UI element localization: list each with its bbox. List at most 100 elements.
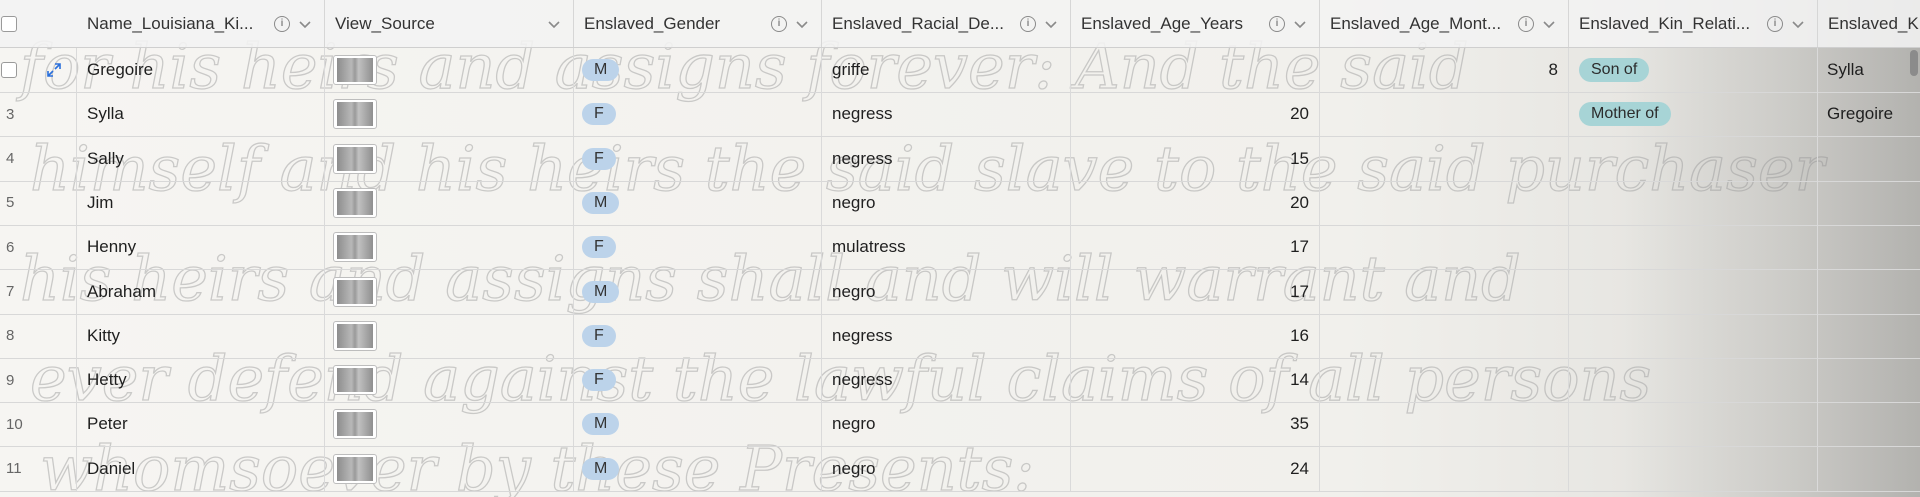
document-thumbnail-icon[interactable]	[333, 453, 377, 484]
age-months-cell[interactable]	[1320, 180, 1569, 225]
document-thumbnail-icon[interactable]	[333, 55, 377, 85]
view-source-cell[interactable]	[325, 446, 574, 491]
table-row[interactable]: 8 Kitty Fnegress 16	[0, 313, 1920, 359]
row-number-cell[interactable]: 8	[0, 313, 77, 358]
gender-cell[interactable]: M	[574, 180, 822, 225]
name-cell[interactable]: Daniel	[77, 446, 325, 491]
age-years-cell[interactable]: 35	[1071, 402, 1320, 447]
kin-name-cell[interactable]	[1818, 358, 1920, 402]
chevron-down-icon[interactable]	[547, 17, 561, 31]
view-source-cell[interactable]	[325, 358, 574, 403]
table-row[interactable]: 10 Peter Mnegro 35	[0, 402, 1920, 448]
document-thumbnail-icon[interactable]	[333, 232, 377, 263]
age-years-cell[interactable]	[1071, 48, 1320, 92]
column-header-3[interactable]: Enslaved_Gender i	[574, 0, 822, 47]
column-header-8[interactable]: Enslaved_K	[1818, 0, 1920, 47]
kin-relation-cell[interactable]	[1569, 313, 1818, 358]
age-months-cell[interactable]	[1320, 269, 1569, 314]
chevron-down-icon[interactable]	[795, 17, 809, 31]
document-thumbnail-icon[interactable]	[333, 320, 377, 351]
kin-relation-cell[interactable]: Son of	[1569, 48, 1818, 92]
age-years-cell[interactable]: 17	[1071, 225, 1320, 270]
row-number-cell[interactable]: 5	[0, 180, 77, 225]
chevron-down-icon[interactable]	[298, 17, 312, 31]
document-thumbnail-icon[interactable]	[333, 99, 377, 130]
name-cell[interactable]: Gregoire	[77, 48, 325, 92]
age-years-cell[interactable]: 20	[1071, 180, 1320, 225]
column-header-7[interactable]: Enslaved_Kin_Relati... i	[1569, 0, 1818, 47]
age-months-cell[interactable]	[1320, 92, 1569, 137]
name-cell[interactable]: Kitty	[77, 313, 325, 358]
table-row[interactable]: Gregoire Mgriffe 8 Son of Sylla	[0, 48, 1920, 93]
chevron-down-icon[interactable]	[1044, 17, 1058, 31]
gender-cell[interactable]: F	[574, 358, 822, 403]
racial-designation-cell[interactable]: mulatress	[822, 225, 1071, 270]
table-row[interactable]: 3 Sylla Fnegress 20 Mother of Gregoire	[0, 92, 1920, 138]
view-source-cell[interactable]	[325, 402, 574, 447]
name-cell[interactable]: Abraham	[77, 269, 325, 314]
gender-cell[interactable]: M	[574, 48, 822, 92]
table-row[interactable]: 5 Jim Mnegro 20	[0, 180, 1920, 226]
kin-name-cell[interactable]	[1818, 137, 1920, 181]
age-years-cell[interactable]: 24	[1071, 446, 1320, 491]
view-source-cell[interactable]	[325, 269, 574, 314]
document-thumbnail-icon[interactable]	[333, 276, 377, 307]
info-icon[interactable]: i	[274, 15, 290, 32]
name-cell[interactable]: Peter	[77, 402, 325, 447]
expand-record-icon[interactable]	[46, 62, 62, 78]
gender-cell[interactable]: M	[574, 269, 822, 314]
view-source-cell[interactable]	[325, 136, 574, 181]
kin-relation-cell[interactable]	[1569, 446, 1818, 491]
select-all-checkbox[interactable]	[1, 16, 17, 32]
name-cell[interactable]: Jim	[77, 180, 325, 225]
age-months-cell[interactable]	[1320, 446, 1569, 491]
racial-designation-cell[interactable]: negress	[822, 358, 1071, 403]
kin-relation-cell[interactable]	[1569, 269, 1818, 314]
age-years-cell[interactable]: 17	[1071, 269, 1320, 314]
age-months-cell[interactable]	[1320, 313, 1569, 358]
row-number-cell[interactable]: 10	[0, 402, 77, 447]
name-cell[interactable]: Henny	[77, 225, 325, 270]
table-row[interactable]: 6 Henny Fmulatress 17	[0, 225, 1920, 271]
info-icon[interactable]: i	[771, 15, 787, 32]
row-number-cell[interactable]: 7	[0, 269, 77, 314]
age-months-cell[interactable]	[1320, 402, 1569, 447]
age-months-cell[interactable]	[1320, 225, 1569, 270]
gender-cell[interactable]: M	[574, 402, 822, 447]
row-checkbox[interactable]	[1, 62, 17, 78]
document-thumbnail-icon[interactable]	[333, 143, 377, 174]
column-header-2[interactable]: View_Source	[325, 0, 574, 47]
racial-designation-cell[interactable]: griffe	[822, 48, 1071, 92]
row-number-cell[interactable]: 3	[0, 92, 77, 137]
column-header-4[interactable]: Enslaved_Racial_De... i	[822, 0, 1071, 47]
racial-designation-cell[interactable]: negro	[822, 269, 1071, 314]
racial-designation-cell[interactable]: negro	[822, 446, 1071, 491]
table-row[interactable]: 4 Sally Fnegress 15	[0, 136, 1920, 182]
view-source-cell[interactable]	[325, 48, 574, 92]
gender-cell[interactable]: F	[574, 225, 822, 270]
racial-designation-cell[interactable]: negress	[822, 313, 1071, 358]
row-number-cell[interactable]: 4	[0, 136, 77, 181]
table-row[interactable]: 9 Hetty Fnegress 14	[0, 358, 1920, 404]
gender-cell[interactable]: F	[574, 136, 822, 181]
kin-name-cell[interactable]	[1818, 270, 1920, 314]
kin-name-cell[interactable]	[1818, 181, 1920, 225]
document-thumbnail-icon[interactable]	[333, 409, 377, 440]
view-source-cell[interactable]	[325, 313, 574, 358]
kin-relation-cell[interactable]: Mother of	[1569, 92, 1818, 137]
kin-relation-cell[interactable]	[1569, 136, 1818, 181]
column-header-6[interactable]: Enslaved_Age_Mont... i	[1320, 0, 1569, 47]
name-cell[interactable]: Hetty	[77, 358, 325, 403]
age-months-cell[interactable]: 8	[1320, 48, 1569, 92]
row-number-cell[interactable]: 9	[0, 358, 77, 403]
info-icon[interactable]: i	[1269, 15, 1285, 32]
age-years-cell[interactable]: 14	[1071, 358, 1320, 403]
racial-designation-cell[interactable]: negro	[822, 402, 1071, 447]
age-years-cell[interactable]: 16	[1071, 313, 1320, 358]
kin-name-cell[interactable]: Sylla	[1818, 48, 1920, 92]
column-header-5[interactable]: Enslaved_Age_Years i	[1071, 0, 1320, 47]
kin-relation-cell[interactable]	[1569, 402, 1818, 447]
column-header-1[interactable]: Name_Louisiana_Ki... i	[77, 0, 325, 47]
age-months-cell[interactable]	[1320, 136, 1569, 181]
info-icon[interactable]: i	[1767, 15, 1783, 32]
